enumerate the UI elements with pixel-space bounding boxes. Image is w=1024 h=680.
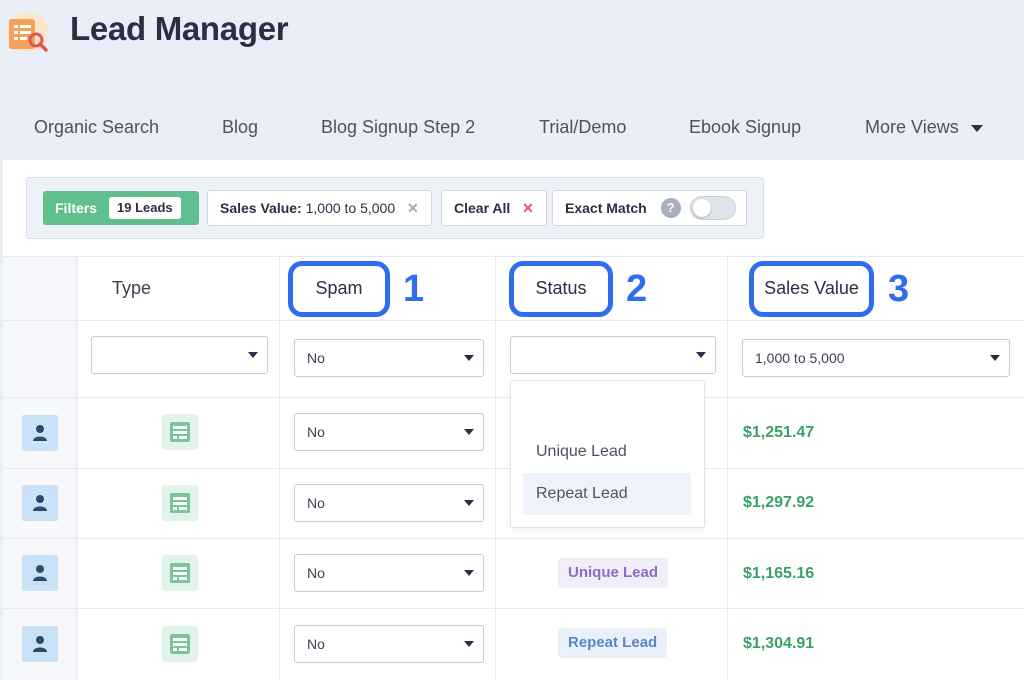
sales-value-cell: $1,297.92: [743, 494, 815, 511]
sales-value-filter-value: 1,000 to 5,000: [305, 200, 396, 216]
row-spam-value: No: [307, 565, 325, 581]
chevron-down-icon: [970, 124, 983, 132]
sales-value-cell: $1,304.91: [743, 635, 815, 652]
lead-search-icon: [6, 8, 50, 54]
form-icon: [162, 626, 198, 662]
form-icon: [162, 485, 198, 521]
row-spam-select[interactable]: No: [294, 484, 484, 522]
row-spam-value: No: [307, 495, 325, 511]
type-filter-select[interactable]: [91, 336, 268, 374]
column-header-status[interactable]: Status: [509, 261, 613, 317]
tab-more-views[interactable]: More Views: [865, 117, 983, 138]
tab-ebook-signup[interactable]: Ebook Signup: [689, 117, 801, 138]
clear-all-icon: ✕: [522, 200, 534, 216]
app-header: Lead Manager: [0, 0, 1024, 100]
spam-filter-select[interactable]: No: [294, 339, 484, 377]
row-spam-select[interactable]: No: [294, 554, 484, 592]
caret-down-icon: [464, 570, 474, 576]
status-header-label: Status: [535, 278, 587, 298]
caret-down-icon: [696, 352, 706, 358]
clear-all-label: Clear All: [454, 200, 511, 216]
status-dropdown-menu: Unique Lead Repeat Lead: [510, 380, 705, 528]
row-divider: [3, 608, 1024, 609]
row-spam-value: No: [307, 424, 325, 440]
row-divider: [3, 538, 1024, 539]
user-icon[interactable]: [22, 415, 58, 451]
column-header-sales-value[interactable]: Sales Value: [749, 261, 874, 317]
caret-down-icon: [990, 355, 1000, 361]
form-icon: [162, 414, 198, 450]
remove-filter-icon[interactable]: ✕: [407, 200, 419, 216]
tab-blog[interactable]: Blog: [222, 117, 258, 138]
sales-value-header-label: Sales Value: [764, 278, 859, 298]
sales-value-filter-key: Sales Value:: [220, 200, 302, 216]
tab-blog-signup-step-2[interactable]: Blog Signup Step 2: [321, 117, 475, 138]
column-header-spam[interactable]: Spam: [288, 261, 390, 317]
clear-all-button[interactable]: Clear All ✕: [441, 190, 547, 226]
form-icon: [162, 555, 198, 591]
caret-down-icon: [248, 352, 258, 358]
status-badge: Repeat Lead: [558, 628, 668, 658]
caret-down-icon: [464, 641, 474, 647]
sales-value-cell: $1,251.47: [743, 424, 815, 441]
exact-match-control: Exact Match ?: [552, 190, 748, 226]
user-icon[interactable]: [22, 485, 58, 521]
callout-number-2: 2: [626, 268, 648, 310]
sales-value-filter-select[interactable]: 1,000 to 5,000: [742, 339, 1010, 377]
dropdown-option-unique-lead[interactable]: Unique Lead: [523, 431, 691, 473]
spam-filter-value: No: [307, 350, 325, 366]
status-badge: Unique Lead: [558, 558, 669, 588]
row-divider: [3, 256, 1024, 257]
user-icon[interactable]: [22, 626, 58, 662]
row-divider: [3, 320, 1024, 321]
exact-match-toggle[interactable]: [690, 196, 737, 221]
callout-number-3: 3: [888, 268, 910, 310]
exact-match-label: Exact Match: [565, 200, 647, 216]
user-icon[interactable]: [22, 555, 58, 591]
filters-label: Filters: [55, 200, 98, 216]
callout-number-1: 1: [403, 268, 425, 310]
row-spam-value: No: [307, 636, 325, 652]
row-spam-select[interactable]: No: [294, 625, 484, 663]
column-header-type[interactable]: Type: [112, 278, 151, 299]
leads-count-badge: 19 Leads: [109, 197, 181, 219]
toggle-knob: [693, 199, 712, 218]
caret-down-icon: [464, 500, 474, 506]
help-icon[interactable]: ?: [660, 198, 681, 219]
page-title: Lead Manager: [70, 10, 289, 47]
tab-organic-search[interactable]: Organic Search: [34, 117, 159, 138]
status-filter-select[interactable]: [510, 336, 716, 374]
sales-value-cell: $1,165.16: [743, 565, 815, 582]
filters-chip[interactable]: Filters 19 Leads: [43, 191, 199, 225]
spam-header-label: Spam: [315, 278, 363, 298]
sales-value-filter-select-value: 1,000 to 5,000: [755, 350, 845, 366]
tab-more-views-label: More Views: [865, 117, 959, 137]
tab-trial-demo[interactable]: Trial/Demo: [539, 117, 626, 138]
dropdown-option-repeat-lead[interactable]: Repeat Lead: [523, 473, 691, 515]
caret-down-icon: [464, 355, 474, 361]
row-spam-select[interactable]: No: [294, 413, 484, 451]
view-tabs: Organic Search Blog Blog Signup Step 2 T…: [0, 100, 1024, 160]
sales-value-filter-chip[interactable]: Sales Value: 1,000 to 5,000 ✕: [207, 190, 432, 226]
caret-down-icon: [464, 429, 474, 435]
